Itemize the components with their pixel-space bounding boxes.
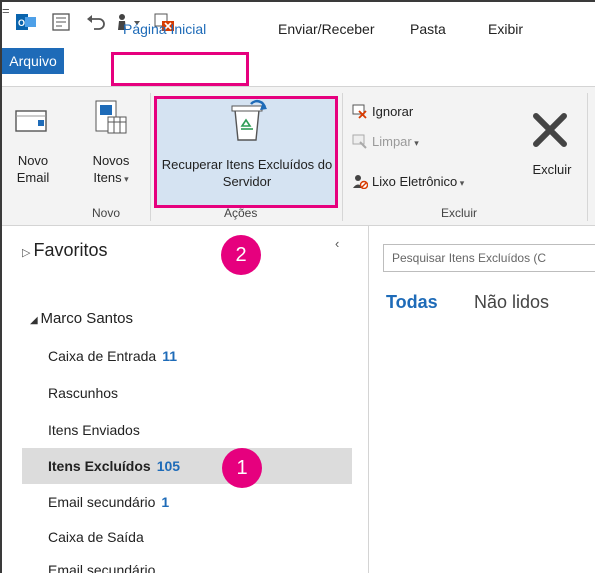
expand-triangle-icon: ▷ — [22, 247, 34, 259]
chevron-down-icon: ▾ — [457, 178, 465, 188]
outlook-icon[interactable]: O — [16, 13, 36, 31]
callout-badge-2: 2 — [221, 235, 261, 275]
favorites-header[interactable]: ▷ Favoritos — [22, 240, 108, 261]
pane-divider[interactable] — [368, 226, 369, 573]
send-receive-icon[interactable] — [52, 13, 70, 31]
customize-toolbar-icon[interactable]: = — [2, 3, 10, 18]
tab-view[interactable]: Exibir — [488, 21, 523, 37]
folder-label: Caixa de Entrada — [48, 348, 157, 364]
undo-icon[interactable] — [86, 13, 106, 31]
unread-count: 105 — [156, 458, 181, 474]
folder-inbox[interactable]: Caixa de Entrada 11 — [48, 348, 177, 364]
new-items-button[interactable]: Novos Itens ▾ — [84, 152, 138, 188]
chevron-down-icon: ▾ — [121, 174, 129, 184]
svg-text:O: O — [18, 18, 25, 28]
recycle-bin-icon — [231, 99, 267, 141]
unread-count: 11 — [162, 348, 177, 364]
tab-folder[interactable]: Pasta — [410, 21, 446, 37]
tab-home-highlight — [111, 52, 249, 86]
junk-button[interactable]: Lixo Eletrônico ▾ — [352, 173, 464, 189]
folder-label: Email secundário — [48, 562, 156, 573]
folder-label: Itens Excluídos — [48, 458, 151, 474]
group-separator — [150, 93, 151, 221]
tab-send-receive[interactable]: Enviar/Receber — [278, 21, 375, 37]
account-header[interactable]: ◢ Marco Santos — [30, 310, 133, 327]
search-input[interactable]: Pesquisar Itens Excluídos (C — [383, 244, 595, 272]
folder-label: Rascunhos — [48, 385, 119, 401]
folder-secondary-email[interactable]: Email secundário 1 — [48, 494, 169, 510]
delete-button[interactable]: Excluir — [525, 161, 579, 178]
folder-sent[interactable]: Itens Enviados — [48, 422, 140, 438]
folder-label: Caixa de Saída — [48, 529, 144, 545]
group-label-actions: Ações — [224, 206, 258, 220]
ignore-button[interactable]: Ignorar — [352, 103, 413, 119]
filter-all[interactable]: Todas — [386, 292, 438, 313]
junk-icon — [353, 175, 368, 189]
folder-deleted-items[interactable]: Itens Excluídos 105 — [48, 458, 180, 474]
favorites-label: Favoritos — [33, 240, 108, 260]
collapse-pane-button[interactable]: ‹ — [335, 236, 339, 251]
folder-drafts[interactable]: Rascunhos — [48, 385, 118, 401]
delete-icon[interactable] — [530, 110, 570, 150]
ignore-icon — [352, 104, 367, 119]
account-name: Marco Santos — [40, 310, 134, 327]
new-email-icon — [15, 110, 47, 132]
clean-up-icon — [352, 134, 367, 149]
clean-up-label: Limpar — [372, 134, 412, 149]
recover-deleted-items-label: Recuperar Itens Excluídos do Servidor — [161, 157, 333, 189]
tab-home[interactable]: Página Inicial — [123, 21, 206, 37]
junk-label: Lixo Eletrônico — [372, 174, 458, 189]
group-separator — [587, 93, 588, 221]
group-label-delete: Excluir — [441, 206, 478, 220]
collapse-triangle-icon: ◢ — [30, 315, 41, 326]
clean-up-button[interactable]: Limpar ▾ — [352, 133, 419, 149]
chevron-down-icon: ▾ — [411, 138, 419, 148]
folder-label: Email secundário — [48, 494, 156, 510]
new-items-icon — [95, 100, 127, 134]
callout-badge-1: 1 — [222, 448, 262, 488]
new-email-button[interactable]: Novo Email — [10, 152, 56, 186]
unread-count: 1 — [161, 494, 170, 510]
folder-outbox[interactable]: Caixa de Saída — [48, 529, 144, 545]
tab-file[interactable]: Arquivo — [2, 48, 64, 74]
group-separator — [342, 93, 343, 221]
filter-unread[interactable]: Não lidos — [474, 292, 549, 313]
ribbon-tabs: Arquivo — [2, 42, 595, 86]
folder-label: Itens Enviados — [48, 422, 140, 438]
outlook-window: O = Arquivo Página Inicial Enviar/Recebe… — [0, 0, 595, 573]
ignore-label: Ignorar — [372, 104, 414, 119]
folder-secondary-email-2[interactable]: Email secundário — [48, 562, 155, 573]
group-label-new: Novo — [92, 206, 121, 220]
